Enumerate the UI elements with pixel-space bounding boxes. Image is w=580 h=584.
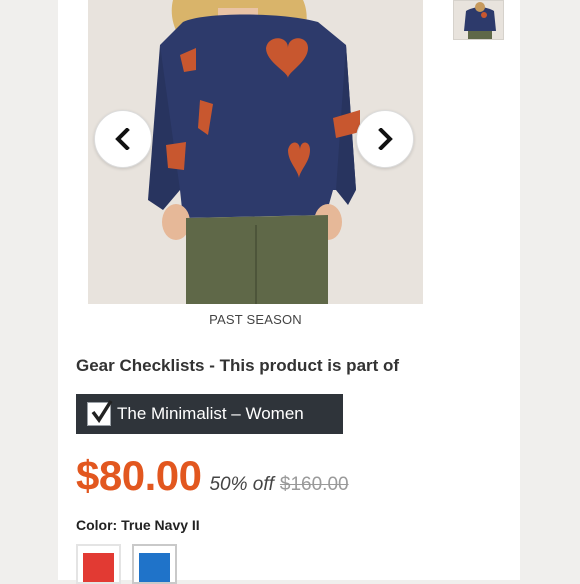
checkmark-icon — [91, 400, 113, 423]
previous-image-button[interactable] — [94, 110, 152, 168]
checklist-name: The Minimalist – Women — [117, 404, 304, 423]
checklist-heading: Gear Checklists - This product is part o… — [76, 356, 400, 375]
swatch-red[interactable] — [76, 544, 121, 584]
sale-price: $80.00 — [76, 452, 202, 499]
thumbnail-photo — [454, 1, 503, 39]
discount-label: 50% off — [209, 474, 274, 495]
checklist-link[interactable]: The Minimalist – Women — [76, 394, 343, 434]
chevron-left-icon — [115, 128, 130, 150]
swatch-blue[interactable] — [132, 544, 177, 584]
original-price: $160.00 — [279, 474, 349, 495]
next-image-button[interactable] — [356, 110, 414, 168]
price-row: $80.00 50% off $160.00 — [76, 452, 349, 500]
chevron-right-icon — [378, 128, 393, 150]
product-page: PAST SEASON Gear Checklists - This produ… — [58, 0, 520, 584]
color-label: Color: True Navy II — [76, 517, 200, 533]
product-thumbnail[interactable] — [453, 0, 504, 40]
season-caption: PAST SEASON — [209, 312, 302, 327]
checkbox-icon — [87, 400, 113, 426]
swatch-blue-fill — [139, 553, 170, 582]
swatch-red-fill — [83, 553, 114, 582]
